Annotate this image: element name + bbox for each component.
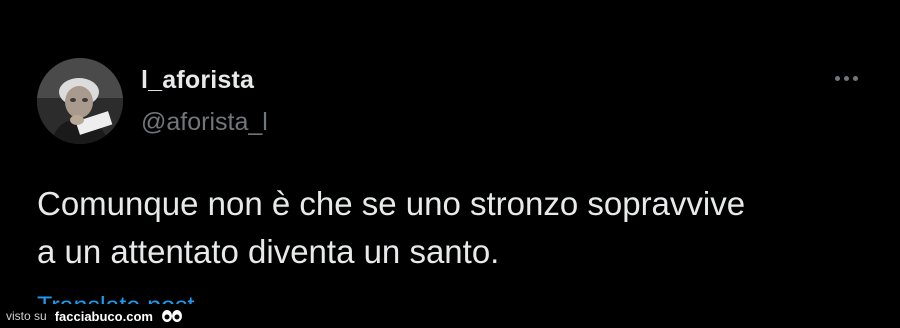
watermark: visto su facciabuco.com <box>0 304 210 328</box>
author-display-name[interactable]: l_aforista <box>141 66 254 95</box>
post-text: Comunque non è che se uno stronzo soprav… <box>37 185 746 270</box>
eyes-logo-icon <box>161 310 182 322</box>
more-horizontal-icon <box>834 75 840 81</box>
more-options-button[interactable] <box>828 66 864 90</box>
watermark-prefix: visto su <box>6 309 47 323</box>
more-horizontal-icon <box>843 75 849 81</box>
more-horizontal-icon <box>852 75 858 81</box>
avatar[interactable] <box>37 58 123 144</box>
author-handle[interactable]: @aforista_l <box>141 108 268 137</box>
watermark-site: facciabuco.com <box>54 308 153 324</box>
avatar-photo-icon <box>37 58 123 144</box>
